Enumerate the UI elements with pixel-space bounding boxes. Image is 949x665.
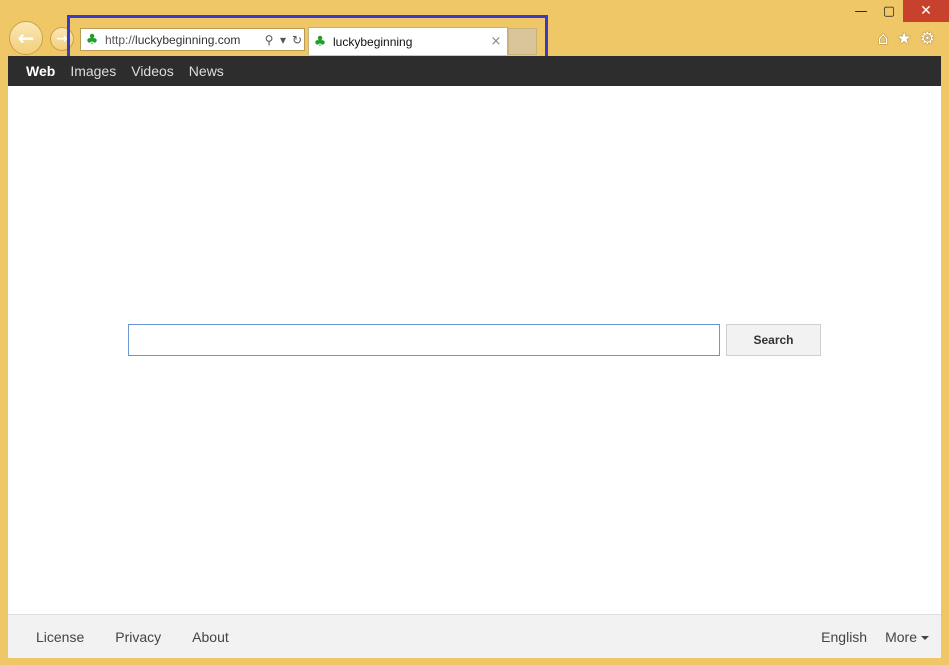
nav-news[interactable]: News: [189, 63, 224, 79]
caret-down-icon: [921, 635, 929, 640]
back-button[interactable]: ←: [9, 21, 43, 55]
clover-favicon-icon: ♣: [313, 33, 327, 50]
search-icon[interactable]: ⚲: [262, 33, 276, 47]
more-menu[interactable]: More: [885, 629, 929, 645]
new-tab-button[interactable]: [508, 28, 537, 55]
chevron-down-icon[interactable]: ▾: [276, 33, 290, 47]
close-tab-icon[interactable]: ×: [485, 34, 507, 49]
refresh-icon[interactable]: ↻: [290, 33, 304, 47]
address-protocol: http://: [105, 32, 136, 47]
address-bar[interactable]: ♣ http://luckybeginning.com ⚲ ▾ ↻: [80, 28, 305, 51]
more-label: More: [885, 628, 917, 645]
home-icon[interactable]: ⌂: [878, 29, 889, 49]
back-arrow-icon: ←: [17, 26, 35, 50]
nav-web[interactable]: Web: [26, 63, 55, 79]
search-input[interactable]: [128, 324, 720, 356]
maximize-button[interactable]: ▢: [875, 0, 903, 22]
web-page: Web Images Videos News Search License Pr…: [8, 56, 941, 658]
footer-right: English More: [821, 629, 941, 645]
close-window-button[interactable]: ✕: [903, 0, 949, 22]
footer-license-link[interactable]: License: [36, 629, 84, 645]
footer: License Privacy About English More: [8, 614, 941, 658]
address-domain: luckybeginning.com: [135, 32, 241, 47]
minimize-button[interactable]: —: [847, 0, 875, 22]
nav-videos[interactable]: Videos: [131, 63, 174, 79]
tab-title: luckybeginning: [333, 34, 413, 49]
footer-links: License Privacy About: [8, 629, 821, 645]
browser-toolbar-icons: ⌂ ★ ⚙: [878, 29, 935, 49]
browser-chrome: — ▢ ✕ ← → ♣ http://luckybeginning.com ⚲ …: [0, 0, 949, 62]
footer-about-link[interactable]: About: [192, 629, 229, 645]
footer-privacy-link[interactable]: Privacy: [115, 629, 161, 645]
top-navigation: Web Images Videos News: [8, 56, 941, 86]
nav-images[interactable]: Images: [70, 63, 116, 79]
search-button[interactable]: Search: [726, 324, 821, 356]
clover-favicon-icon: ♣: [85, 31, 99, 48]
search-form: Search: [128, 324, 821, 356]
browser-tab[interactable]: ♣ luckybeginning ×: [308, 27, 508, 55]
window-controls: — ▢ ✕: [847, 0, 949, 22]
address-url[interactable]: http://luckybeginning.com: [105, 33, 262, 47]
gear-icon[interactable]: ⚙: [920, 29, 935, 49]
language-link[interactable]: English: [821, 629, 867, 645]
star-icon[interactable]: ★: [897, 29, 912, 49]
